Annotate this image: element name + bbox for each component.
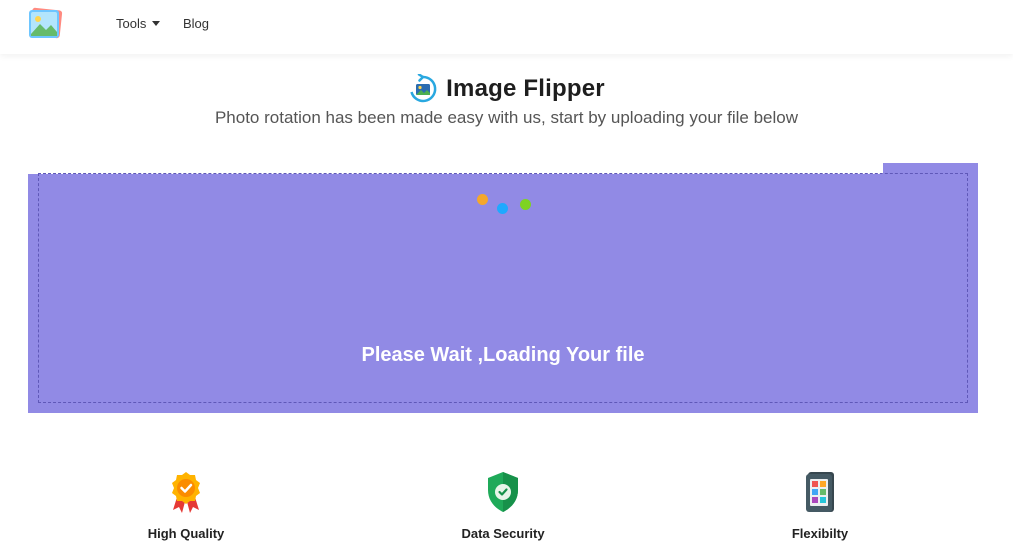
award-medal-icon — [172, 472, 200, 513]
feature-label: Data Security — [461, 526, 545, 541]
loader-dot-orange — [477, 194, 488, 205]
feature-high-quality: High Quality — [86, 470, 286, 541]
image-logo-icon[interactable] — [27, 7, 65, 41]
feature-label: High Quality — [147, 526, 225, 541]
caret-down-icon — [152, 21, 161, 26]
feature-flexibility: Flexibilty — [720, 470, 920, 541]
loader-dot-green — [520, 199, 531, 210]
image-rotate-icon — [410, 74, 437, 103]
feature-data-security: Data Security — [403, 470, 603, 541]
nav-blog-link[interactable]: Blog — [183, 16, 209, 31]
nav-tools-dropdown[interactable]: Tools — [116, 16, 161, 31]
shield-check-icon — [488, 472, 518, 512]
title-row: Image Flipper — [0, 74, 1013, 104]
feature-label: Flexibilty — [791, 526, 849, 541]
phone-apps-icon — [806, 472, 834, 512]
page-subtitle: Photo rotation has been made easy with u… — [214, 108, 799, 127]
loading-message: Please Wait ,Loading Your file — [361, 344, 645, 366]
loader-dot-blue — [497, 203, 508, 214]
page-title: Image Flipper — [446, 75, 605, 102]
nav-tools-label: Tools — [116, 16, 147, 31]
top-navbar: Tools Blog — [0, 0, 1013, 54]
